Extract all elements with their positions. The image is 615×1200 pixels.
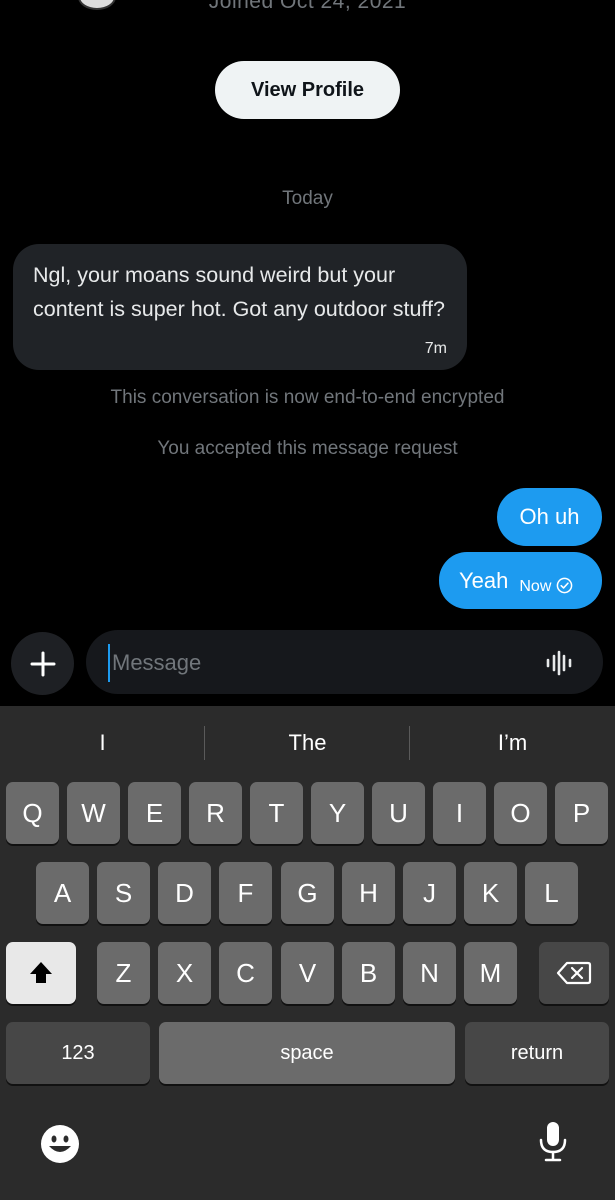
key-m[interactable]: M	[464, 942, 517, 1004]
key-j[interactable]: J	[403, 862, 456, 924]
suggestion-3[interactable]: I’m	[410, 706, 615, 780]
key-p[interactable]: P	[555, 782, 608, 844]
outgoing-message-bubble[interactable]: Yeah Now	[439, 552, 602, 609]
key-z[interactable]: Z	[97, 942, 150, 1004]
message-text: Ngl, your moans sound weird but your con…	[33, 263, 445, 321]
numbers-key[interactable]: 123	[6, 1022, 150, 1084]
key-l[interactable]: L	[525, 862, 578, 924]
message-text: Oh uh	[519, 504, 580, 529]
shift-key[interactable]	[6, 942, 76, 1004]
key-c[interactable]: C	[219, 942, 272, 1004]
shift-icon	[30, 962, 52, 983]
backspace-key[interactable]	[539, 942, 609, 1004]
key-q[interactable]: Q	[6, 782, 59, 844]
suggestion-1[interactable]: I	[0, 706, 205, 780]
keyboard: I The I’m Q W E R T Y U I O P A S D F G …	[0, 706, 615, 1200]
message-text: Yeah	[459, 567, 509, 593]
key-y[interactable]: Y	[311, 782, 364, 844]
add-attachment-button[interactable]	[11, 632, 74, 695]
message-time: 7m	[424, 340, 447, 357]
key-o[interactable]: O	[494, 782, 547, 844]
key-n[interactable]: N	[403, 942, 456, 1004]
key-x[interactable]: X	[158, 942, 211, 1004]
key-h[interactable]: H	[342, 862, 395, 924]
key-a[interactable]: A	[36, 862, 89, 924]
key-b[interactable]: B	[342, 942, 395, 1004]
key-v[interactable]: V	[281, 942, 334, 1004]
incoming-message-bubble[interactable]: Ngl, your moans sound weird but your con…	[13, 244, 467, 370]
key-r[interactable]: R	[189, 782, 242, 844]
view-profile-button[interactable]: View Profile	[215, 61, 400, 119]
key-d[interactable]: D	[158, 862, 211, 924]
key-s[interactable]: S	[97, 862, 150, 924]
key-e[interactable]: E	[128, 782, 181, 844]
key-i[interactable]: I	[433, 782, 486, 844]
plus-icon	[30, 651, 55, 676]
message-composer[interactable]	[86, 630, 603, 694]
key-u[interactable]: U	[372, 782, 425, 844]
joined-date: Joined Oct 24, 2021	[208, 0, 407, 13]
message-time: Now	[519, 577, 552, 595]
suggestion-2[interactable]: The	[205, 706, 410, 780]
emoji-icon[interactable]	[40, 1124, 80, 1164]
key-f[interactable]: F	[219, 862, 272, 924]
read-check-icon	[557, 577, 573, 594]
message-input[interactable]	[108, 644, 534, 682]
key-t[interactable]: T	[250, 782, 303, 844]
waveform-icon[interactable]	[545, 650, 573, 676]
microphone-icon[interactable]	[538, 1120, 568, 1164]
key-g[interactable]: G	[281, 862, 334, 924]
space-key[interactable]: space	[159, 1022, 455, 1084]
key-w[interactable]: W	[67, 782, 120, 844]
key-k[interactable]: K	[464, 862, 517, 924]
return-key[interactable]: return	[465, 1022, 609, 1084]
date-separator: Today	[282, 188, 333, 209]
request-accepted-notice: You accepted this message request	[157, 438, 458, 459]
outgoing-message-bubble[interactable]: Oh uh	[497, 488, 602, 546]
encryption-notice: This conversation is now end-to-end encr…	[110, 387, 505, 408]
backspace-icon	[556, 961, 592, 985]
